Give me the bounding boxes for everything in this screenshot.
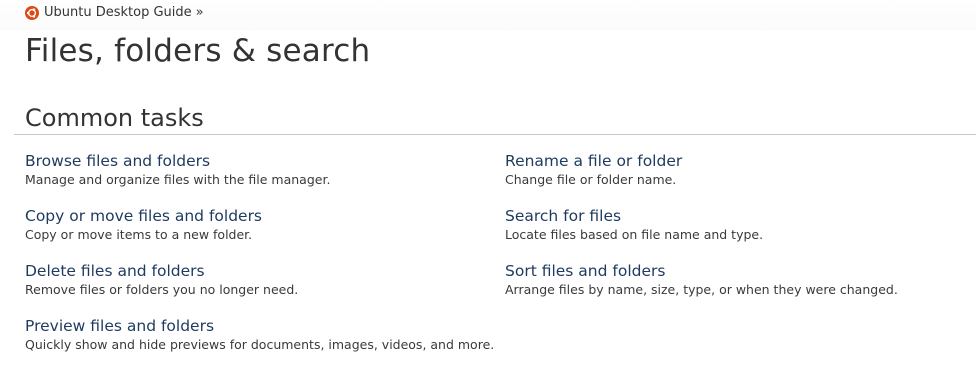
task-description: Quickly show and hide previews for docum… [25, 337, 495, 352]
task-link-search[interactable]: Search for files [505, 206, 898, 226]
task-item: Sort files and folders Arrange files by … [505, 261, 898, 316]
section-divider [14, 134, 976, 135]
task-description: Manage and organize files with the file … [25, 172, 331, 187]
task-link-sort[interactable]: Sort files and folders [505, 261, 898, 281]
breadcrumb-separator: » [195, 5, 204, 20]
task-link-rename[interactable]: Rename a file or folder [505, 151, 898, 171]
tasks-column-right: Rename a file or folder Change file or f… [505, 151, 898, 316]
breadcrumb: Ubuntu Desktop Guide » [25, 5, 204, 20]
task-description: Arrange files by name, size, type, or wh… [505, 282, 898, 297]
task-item: Search for files Locate files based on f… [505, 206, 898, 261]
section-title: Common tasks [25, 104, 204, 132]
task-item: Rename a file or folder Change file or f… [505, 151, 898, 206]
task-description: Change file or folder name. [505, 172, 677, 187]
task-description: Copy or move items to a new folder. [25, 227, 253, 242]
task-link-preview[interactable]: Preview files and folders [25, 316, 494, 336]
task-item: Delete files and folders Remove files or… [25, 261, 494, 316]
task-description: Locate files based on file name and type… [505, 227, 764, 242]
task-description: Remove files or folders you no longer ne… [25, 282, 299, 297]
task-link-browse-files[interactable]: Browse files and folders [25, 151, 494, 171]
page-title: Files, folders & search [25, 33, 371, 69]
tasks-column-left: Browse files and folders Manage and orga… [25, 151, 494, 371]
breadcrumb-link-ubuntu-desktop-guide[interactable]: Ubuntu Desktop Guide [44, 5, 192, 20]
task-item: Browse files and folders Manage and orga… [25, 151, 494, 206]
ubuntu-logo-icon [25, 5, 39, 20]
task-link-delete[interactable]: Delete files and folders [25, 261, 494, 281]
task-link-copy-move[interactable]: Copy or move files and folders [25, 206, 494, 226]
task-item: Preview files and folders Quickly show a… [25, 316, 494, 371]
task-item: Copy or move files and folders Copy or m… [25, 206, 494, 261]
